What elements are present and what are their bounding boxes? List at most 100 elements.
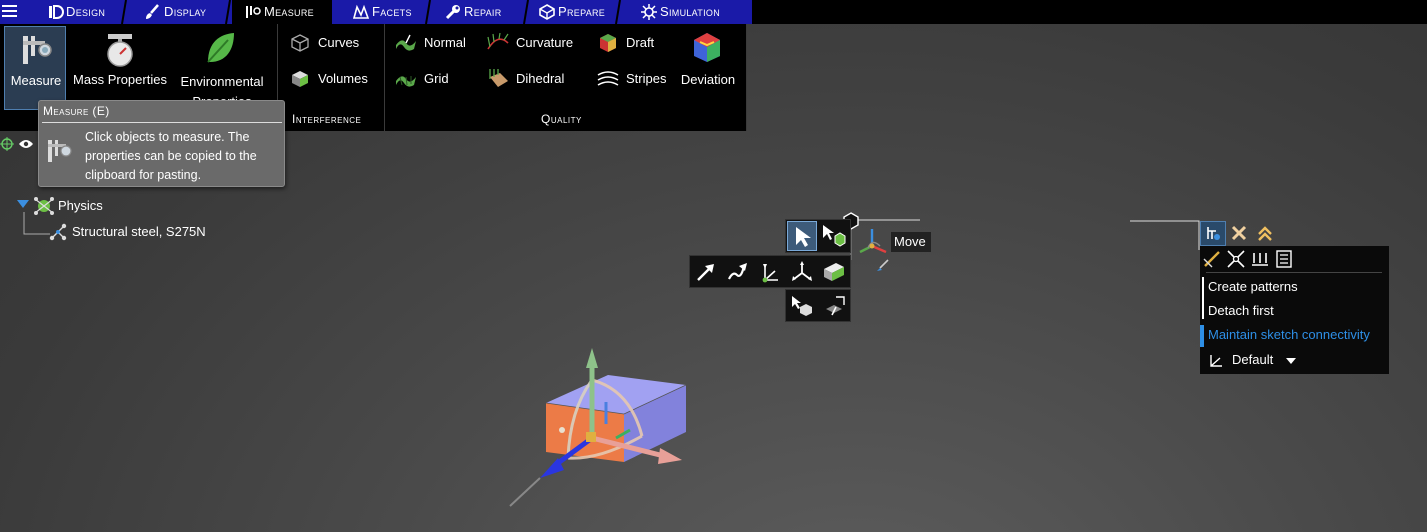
crosshair-icon[interactable]	[0, 137, 14, 151]
tab-facets[interactable]: Facets	[350, 0, 430, 24]
quality-group-label: Quality	[541, 112, 582, 126]
list-options-icon[interactable]	[1274, 249, 1294, 269]
tab-label: Repair	[464, 4, 502, 19]
pattern-icon[interactable]	[1250, 249, 1270, 269]
fit-arrows-icon[interactable]	[1226, 249, 1246, 269]
move-options-icon	[1207, 227, 1220, 240]
pull-face-button[interactable]	[819, 291, 849, 321]
mass-properties-button[interactable]: Mass Properties	[72, 26, 168, 110]
tree-item-physics[interactable]: Physics	[58, 198, 103, 213]
axis-normal-button[interactable]	[755, 257, 785, 287]
draft-button[interactable]: Draft	[596, 30, 654, 56]
caliper-icon	[48, 140, 72, 162]
mass-properties-label: Mass Properties	[73, 72, 167, 87]
straight-arrow-icon	[697, 264, 714, 281]
curves-label: Curves	[318, 35, 360, 50]
axis-frame-icon	[1210, 355, 1222, 367]
draft-icon	[600, 34, 616, 52]
select-tool-button[interactable]	[787, 221, 817, 251]
tab-label: Simulation	[660, 4, 721, 19]
measure-tooltip: Measure (E) Click objects to measure. Th…	[38, 100, 285, 187]
tab-simulation[interactable]: Simulation	[638, 0, 752, 24]
menu-button[interactable]	[0, 0, 22, 24]
grid-label: Grid	[424, 71, 449, 86]
ruler-block-icon	[824, 263, 844, 281]
option-active-indicator	[1200, 325, 1204, 347]
tab-measure[interactable]: Measure	[232, 0, 332, 24]
options-guide	[1130, 220, 1200, 250]
tree-item-material[interactable]: Structural steel, S275N	[72, 224, 206, 239]
move-options-button[interactable]	[1200, 221, 1226, 246]
deviation-label: Deviation	[680, 72, 736, 87]
deviation-button[interactable]: Deviation	[676, 26, 740, 92]
tab-separator	[425, 0, 431, 24]
anchor-button[interactable]	[787, 291, 817, 321]
close-icon[interactable]	[1230, 224, 1248, 242]
wrench-icon	[445, 5, 460, 20]
option-create-patterns[interactable]: Create patterns	[1208, 279, 1298, 294]
three-axis-button[interactable]	[787, 257, 817, 287]
prepare-icon	[539, 4, 555, 20]
move-label: Move	[891, 232, 931, 252]
tab-separator	[615, 0, 621, 24]
option-maintain-sketch-connectivity[interactable]: Maintain sketch connectivity	[1208, 327, 1370, 342]
grid-button[interactable]: Grid	[394, 66, 449, 92]
ruler-pencil-icon[interactable]	[1202, 249, 1222, 269]
design-icon	[49, 5, 64, 19]
eye-icon[interactable]	[18, 138, 34, 150]
tooltip-divider	[42, 122, 282, 123]
normal-button[interactable]: Normal	[394, 30, 466, 56]
normal-surface-icon	[396, 34, 416, 51]
direction-arrow-button[interactable]	[691, 257, 721, 287]
tri-axis-icon	[792, 261, 812, 281]
environmental-properties-button[interactable]: Environmental Properties	[172, 26, 272, 110]
tab-label: Display	[164, 4, 207, 19]
tab-label: Facets	[372, 4, 412, 19]
tab-label: Design	[66, 4, 106, 19]
scale-icon	[107, 34, 133, 67]
facets-icon	[352, 4, 370, 19]
chevron-down-icon[interactable]	[1285, 356, 1297, 366]
cursor-arrow-icon	[796, 227, 811, 247]
measure-label: Measure	[10, 73, 62, 88]
cursor-cube-icon	[823, 225, 846, 247]
caliper-icon	[23, 36, 52, 64]
anchor-cursor-icon	[792, 296, 812, 316]
pin-icon[interactable]	[874, 258, 890, 274]
dihedral-label: Dihedral	[516, 71, 565, 86]
deviation-icon	[694, 33, 720, 62]
stripes-button[interactable]: Stripes	[596, 66, 666, 92]
leaf-icon	[207, 33, 234, 63]
curvature-icon	[487, 33, 509, 50]
option-detach-first[interactable]: Detach first	[1208, 303, 1274, 318]
wire-cube-icon	[291, 34, 309, 52]
brush-icon	[146, 4, 159, 19]
tab-design[interactable]: Design	[44, 0, 124, 24]
dihedral-icon	[489, 69, 508, 87]
caliper-icon	[246, 6, 261, 18]
pull-face-icon	[826, 296, 845, 316]
collapse-chevron-icon[interactable]	[1256, 224, 1274, 242]
group-separator	[384, 24, 385, 131]
dihedral-button[interactable]: Dihedral	[486, 66, 564, 92]
tab-separator	[121, 0, 127, 24]
select-body-button[interactable]	[819, 221, 849, 251]
move-gizmo-icon[interactable]	[856, 226, 890, 256]
ruler-block-button[interactable]	[819, 257, 849, 287]
stripes-icon	[597, 71, 619, 86]
curves-button[interactable]: Curves	[288, 30, 359, 56]
curve-direction-button[interactable]	[723, 257, 753, 287]
direction-toolbar	[689, 255, 851, 288]
normal-label: Normal	[424, 35, 466, 50]
model-viewport-object[interactable]	[500, 340, 700, 512]
options-divider	[1206, 272, 1382, 273]
volumes-button[interactable]: Volumes	[288, 66, 368, 92]
material-icon	[49, 223, 67, 241]
default-select-label[interactable]: Default	[1232, 352, 1273, 367]
tab-repair[interactable]: Repair	[442, 0, 532, 24]
tooltip-title: Measure (E)	[43, 104, 110, 118]
options-panel: Create patterns Detach first Maintain sk…	[1200, 246, 1389, 374]
measure-button[interactable]: Measure	[4, 26, 66, 110]
expand-arrow-icon[interactable]	[16, 199, 30, 209]
curvature-button[interactable]: Curvature	[486, 30, 573, 56]
